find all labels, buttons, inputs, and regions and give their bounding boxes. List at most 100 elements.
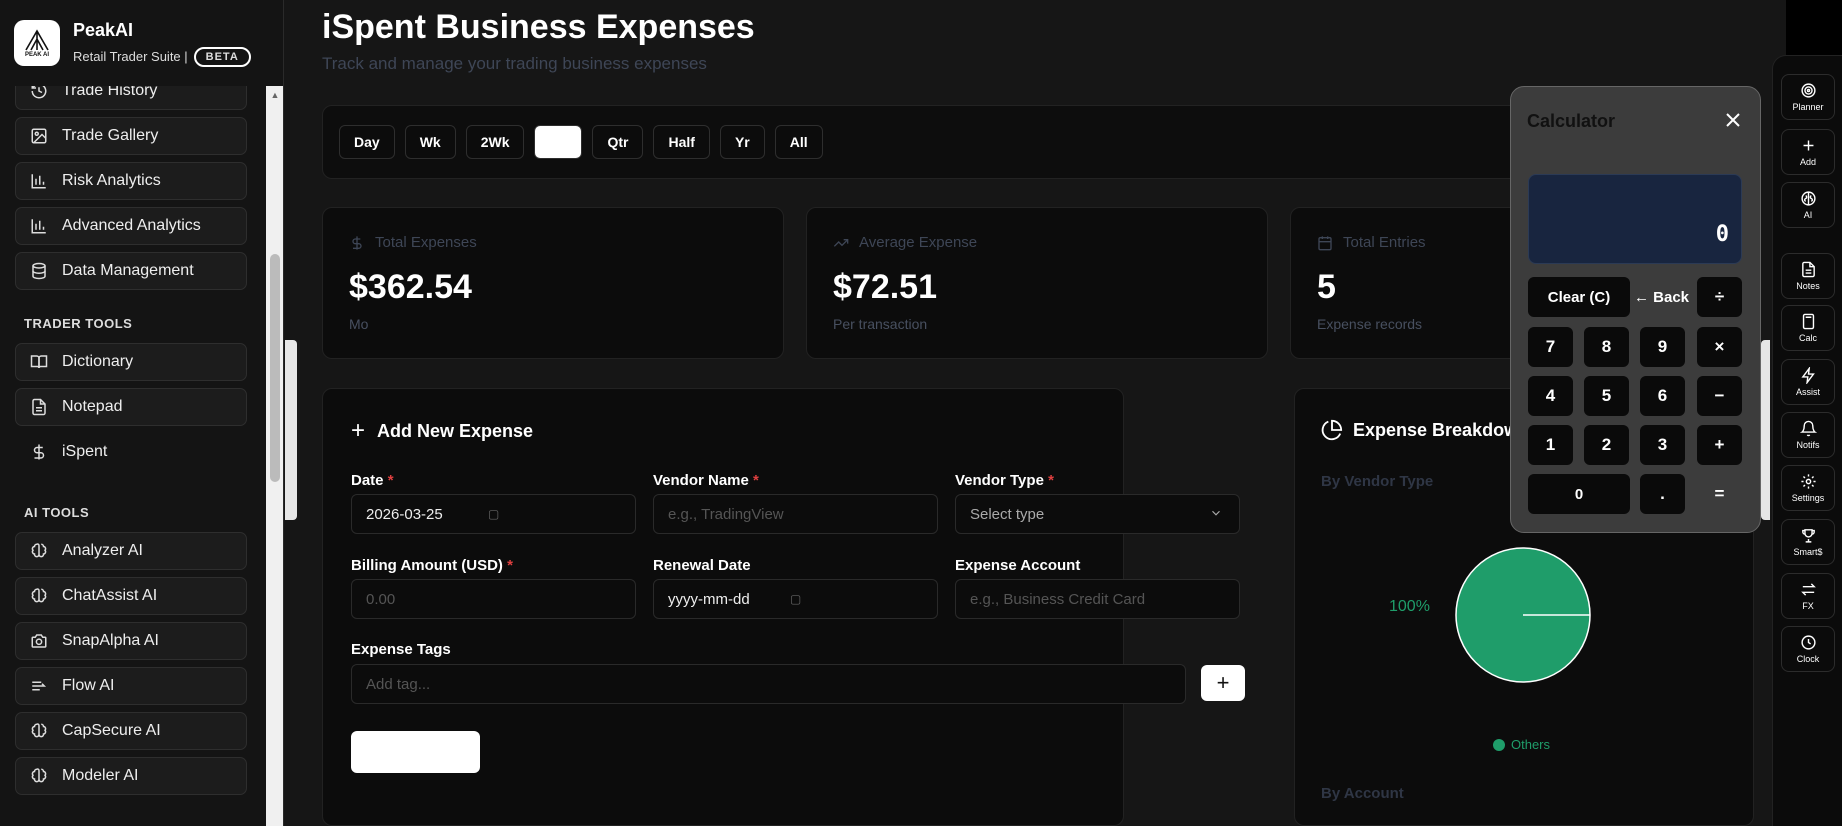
period-week-button[interactable]: Wk	[404, 125, 456, 159]
stat-label: Average Expense	[859, 234, 978, 251]
renewal-date-field[interactable]: yyyy-mm-dd ▢	[653, 579, 938, 619]
calc-minus-button[interactable]: −	[1697, 376, 1742, 416]
close-calculator-button[interactable]	[1722, 109, 1744, 131]
scrollbar-thumb[interactable]	[270, 254, 280, 482]
period-quarter-button[interactable]: Qtr	[592, 125, 644, 159]
calendar-picker-icon[interactable]: ▢	[790, 592, 801, 606]
calc-key-1[interactable]: 1	[1528, 425, 1573, 465]
dock-add-button[interactable]: Add	[1781, 129, 1835, 175]
dock-planner-button[interactable]: Planner	[1781, 74, 1835, 120]
sidebar-item-label: Analyzer AI	[62, 542, 143, 559]
dock-clock-button[interactable]: Clock	[1781, 626, 1835, 672]
sidebar-item-data-management[interactable]: Data Management	[15, 252, 247, 290]
right-dock: Planner Add AI Notes Calc Assist Notifs …	[1772, 55, 1842, 826]
sidebar-item-snapalpha-ai[interactable]: SnapAlpha AI	[15, 622, 247, 660]
period-2week-button[interactable]: 2Wk	[465, 125, 525, 159]
vendor-name-input[interactable]: e.g., TradingView	[653, 494, 938, 534]
period-month-button[interactable]	[534, 125, 583, 159]
billing-amount-input[interactable]: 0.00	[351, 579, 636, 619]
dock-notifs-button[interactable]: Notifs	[1781, 412, 1835, 458]
period-year-button[interactable]: Yr	[719, 125, 765, 159]
period-day-button[interactable]: Day	[339, 125, 395, 159]
stat-note: Mo	[349, 316, 369, 332]
calc-decimal-button[interactable]: .	[1640, 474, 1685, 514]
by-account-label: By Account	[1321, 785, 1404, 802]
right-edge-handle[interactable]	[1761, 340, 1770, 520]
sidebar-item-risk-analytics[interactable]: Risk Analytics	[15, 162, 247, 200]
dock-smart-money-button[interactable]: Smart$	[1781, 519, 1835, 565]
sidebar-item-advanced-analytics[interactable]: Advanced Analytics	[15, 207, 247, 245]
calc-key-6[interactable]: 6	[1640, 376, 1685, 416]
trending-up-icon	[833, 238, 849, 247]
sidebar-item-chatassist-ai[interactable]: ChatAssist AI	[15, 577, 247, 615]
date-label: Date *	[351, 472, 394, 489]
add-expense-submit-button[interactable]	[351, 731, 480, 773]
calc-multiply-button[interactable]: ×	[1697, 327, 1742, 367]
add-tag-button[interactable]: +	[1201, 665, 1245, 701]
calc-key-4[interactable]: 4	[1528, 376, 1573, 416]
form-title: + Add New Expense	[351, 417, 534, 444]
expense-account-input[interactable]: e.g., Business Credit Card	[955, 579, 1240, 619]
section-title-ai-tools: AI TOOLS	[24, 505, 90, 520]
calc-plus-button[interactable]: +	[1697, 425, 1742, 465]
gallery-icon	[29, 126, 49, 146]
sidebar-item-label: Flow AI	[62, 677, 115, 694]
dock-settings-button[interactable]: Settings	[1781, 465, 1835, 511]
page-subtitle: Track and manage your trading business e…	[322, 54, 707, 73]
dock-notes-button[interactable]: Notes	[1781, 253, 1835, 299]
dock-ai-button[interactable]: AI	[1781, 182, 1835, 228]
brain-icon	[29, 541, 49, 561]
calc-back-button[interactable]: ← Back	[1634, 277, 1689, 317]
sidebar-item-trade-history[interactable]: Trade History	[15, 86, 247, 110]
period-half-button[interactable]: Half	[653, 125, 710, 159]
period-all-button[interactable]: All	[774, 125, 823, 159]
calc-divide-button[interactable]: ÷	[1697, 277, 1742, 317]
chevron-down-icon	[1209, 506, 1223, 523]
vendor-type-select[interactable]: Select type	[955, 494, 1240, 534]
calculator-panel: Calculator 0 Clear (C) ← Back ÷ 7 8 9 × …	[1510, 86, 1761, 533]
calc-clear-button[interactable]: Clear (C)	[1528, 277, 1630, 317]
calculator-title: Calculator	[1527, 111, 1616, 131]
chart-legend[interactable]: Others	[1493, 737, 1550, 752]
vendor-type-pie-chart	[1455, 547, 1591, 683]
calc-equals-button[interactable]: =	[1697, 474, 1742, 514]
calc-key-5[interactable]: 5	[1584, 376, 1629, 416]
dock-fx-button[interactable]: FX	[1781, 573, 1835, 619]
sidebar-item-label: Dictionary	[62, 353, 134, 370]
brand: PEAK AI PeakAI Retail Trader Suite | BET…	[0, 0, 283, 86]
gear-icon	[1800, 474, 1816, 489]
sidebar-item-capsecure-ai[interactable]: CapSecure AI	[15, 712, 247, 750]
calc-key-0[interactable]: 0	[1528, 474, 1630, 514]
calendar-picker-icon[interactable]: ▢	[488, 507, 499, 521]
calc-key-7[interactable]: 7	[1528, 327, 1573, 367]
calc-key-8[interactable]: 8	[1584, 327, 1629, 367]
dock-calc-button[interactable]: Calc	[1781, 305, 1835, 351]
bar-chart-icon	[29, 216, 49, 236]
tag-input[interactable]: Add tag...	[351, 664, 1186, 704]
scroll-up-arrow-icon[interactable]: ▲	[266, 86, 283, 104]
sidebar-item-modeler-ai[interactable]: Modeler AI	[15, 757, 247, 795]
logo-text: PEAK AI	[24, 51, 50, 58]
sidebar-item-label: SnapAlpha AI	[62, 632, 159, 649]
vendor-type-label: Vendor Type *	[955, 472, 1054, 489]
sidebar-item-trade-gallery[interactable]: Trade Gallery	[15, 117, 247, 155]
calc-key-9[interactable]: 9	[1640, 327, 1685, 367]
calc-key-2[interactable]: 2	[1584, 425, 1629, 465]
pie-chart-icon	[1321, 419, 1343, 441]
sidebar-item-flow-ai[interactable]: Flow AI	[15, 667, 247, 705]
notepad-icon	[29, 397, 49, 417]
sidebar-item-notepad[interactable]: Notepad	[15, 388, 247, 426]
calc-key-3[interactable]: 3	[1640, 425, 1685, 465]
pie-slice-label: 100%	[1389, 598, 1430, 615]
sidebar-item-dictionary[interactable]: Dictionary	[15, 343, 247, 381]
date-field[interactable]: 2026-03-25 ▢	[351, 494, 636, 534]
sidebar-item-analyzer-ai[interactable]: Analyzer AI	[15, 532, 247, 570]
brand-name: PeakAI	[73, 19, 134, 40]
sidebar-item-ispent[interactable]: iSpent	[15, 433, 247, 471]
camera-icon	[29, 631, 49, 651]
clock-icon	[1800, 635, 1816, 650]
peakai-logo[interactable]: PEAK AI	[14, 20, 60, 66]
sidebar-scrollbar[interactable]: ▲	[266, 86, 283, 826]
sidebar-item-label: CapSecure AI	[62, 722, 161, 739]
dock-assist-button[interactable]: Assist	[1781, 359, 1835, 405]
